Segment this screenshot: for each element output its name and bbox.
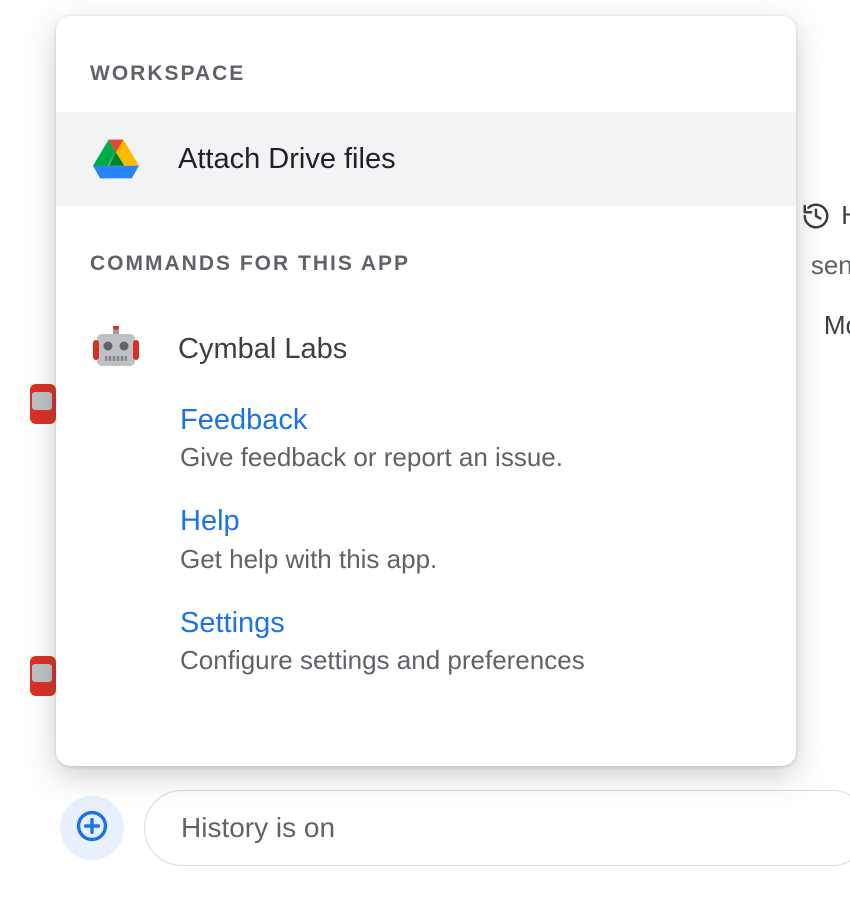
bg-avatar-cymbal-2 [30, 650, 56, 702]
compose-plus-button[interactable] [60, 796, 124, 860]
robot-icon [90, 326, 142, 372]
compose-input[interactable]: History is on [144, 790, 850, 866]
bg-hint-sent-text: sent [811, 250, 850, 281]
bg-avatar-cymbal-1 [30, 378, 56, 430]
app-header-row: Cymbal Labs [56, 302, 796, 382]
bg-hint-history-row: H [801, 200, 850, 231]
compose-placeholder: History is on [181, 812, 335, 844]
history-update-icon [801, 201, 831, 231]
command-name: Settings [180, 605, 762, 641]
bg-hint-more-text: Mo [824, 310, 850, 341]
app-name-label: Cymbal Labs [178, 333, 347, 366]
command-desc: Get help with this app. [180, 542, 762, 577]
attach-drive-files-row[interactable]: Attach Drive files [56, 112, 796, 206]
command-desc: Configure settings and preferences [180, 643, 762, 678]
command-name: Help [180, 503, 762, 539]
workspace-section-label: WORKSPACE [56, 16, 796, 112]
command-name: Feedback [180, 402, 762, 438]
command-desc: Give feedback or report an issue. [180, 440, 762, 475]
drive-icon [90, 138, 142, 180]
compose-row: History is on [60, 790, 850, 866]
attach-drive-files-label: Attach Drive files [178, 143, 396, 176]
commands-popover: WORKSPACE Attach Drive files COMMANDS FO… [56, 16, 796, 766]
command-help[interactable]: Help Get help with this app. [56, 489, 796, 590]
plus-icon [75, 809, 109, 848]
command-feedback[interactable]: Feedback Give feedback or report an issu… [56, 388, 796, 489]
commands-list: Feedback Give feedback or report an issu… [56, 382, 796, 716]
commands-section-label: COMMANDS FOR THIS APP [56, 206, 796, 302]
command-settings[interactable]: Settings Configure settings and preferen… [56, 591, 796, 692]
bg-hint-history-text: H [841, 200, 850, 231]
